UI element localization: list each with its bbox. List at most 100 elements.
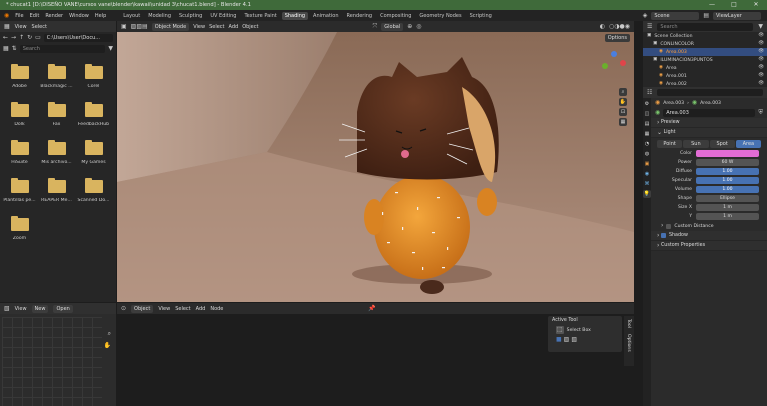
menu-render[interactable]: Render [45, 13, 63, 19]
refresh-icon[interactable]: ↻ [27, 34, 32, 41]
physics-tab-icon[interactable]: ◉ [643, 170, 651, 178]
ne-menu-select[interactable]: Select [175, 306, 190, 312]
outliner-row[interactable]: ▣ Scene Collection 👁 [643, 32, 767, 40]
blender-logo-icon[interactable]: ◉ [4, 12, 9, 19]
outliner-row[interactable]: ◉ Area.003 👁 [643, 48, 767, 56]
color-swatch[interactable] [696, 150, 759, 157]
value-field[interactable]: 1.00 [696, 177, 759, 184]
world-tab-icon[interactable]: ◍ [643, 150, 651, 158]
light-section[interactable]: ⌄ Light [651, 128, 767, 138]
zoom-icon[interactable]: ⌕ [108, 331, 111, 337]
folder-item[interactable]: HiSuite [1, 140, 38, 165]
close-button[interactable]: ✕ [745, 0, 767, 10]
shader-node-editor[interactable]: ⊙ Object View Select Add Node 📌 Active T… [117, 303, 634, 406]
custom-distance-checkbox[interactable] [666, 223, 672, 229]
outliner-filter-icon[interactable]: ▼ [758, 23, 763, 30]
forward-icon[interactable]: → [11, 34, 16, 41]
ne-menu-add[interactable]: Add [196, 306, 206, 312]
folder-item[interactable]: Blackmagic ... [38, 64, 75, 89]
visibility-eye-icon[interactable]: 👁 [758, 33, 764, 39]
outliner-search-input[interactable]: Search [657, 22, 754, 31]
tab-modeling[interactable]: Modeling [145, 12, 174, 20]
value-field[interactable]: 60 W [696, 159, 759, 166]
menu-file[interactable]: File [15, 13, 23, 19]
vp-menu-object[interactable]: Object [242, 24, 258, 30]
maximize-button[interactable]: □ [723, 0, 745, 10]
tab-compositing[interactable]: Compositing [377, 12, 414, 20]
filter-icon[interactable]: ▼ [108, 45, 113, 52]
datablock-browse-icon[interactable]: ◉ [655, 110, 660, 116]
value-field[interactable]: 1 m [696, 204, 759, 211]
shader-type-dropdown[interactable]: Object [131, 304, 154, 313]
select-new-icon[interactable]: ■ [556, 337, 562, 343]
tab-texture-paint[interactable]: Texture Paint [241, 12, 279, 20]
folder-item[interactable]: Corel [75, 64, 112, 89]
light-type-sun[interactable]: Sun [683, 139, 709, 148]
tab-scripting[interactable]: Scripting [467, 12, 495, 20]
orientation-dropdown[interactable]: Global [381, 22, 404, 31]
select-subtract-icon[interactable]: ▧ [571, 337, 577, 343]
tab-sculpting[interactable]: Sculpting [176, 12, 205, 20]
shading-modes-icon[interactable]: ○◑●◉ [609, 23, 630, 30]
snap-icon[interactable]: ⊕ [407, 23, 412, 30]
light-type-point[interactable]: Point [657, 139, 683, 148]
outliner-row[interactable]: ◉ Area 👁 [643, 64, 767, 72]
pan-hand-icon[interactable]: ✋ [104, 343, 111, 349]
ne-menu-view[interactable]: View [158, 306, 170, 312]
folder-item[interactable]: Fax [38, 102, 75, 127]
path-field[interactable]: C:\Users\User\Docu... [43, 33, 113, 42]
visibility-eye-icon[interactable]: 👁 [758, 49, 764, 55]
visibility-eye-icon[interactable]: 👁 [758, 41, 764, 47]
parent-dir-icon[interactable]: ↑ [19, 34, 24, 41]
3d-viewport[interactable]: ▣ ▨▧▤ Object Mode View Select Add Object… [117, 21, 634, 302]
folder-item[interactable]: Mis archivo... [38, 140, 75, 165]
value-field[interactable]: 1 m [696, 213, 759, 220]
outliner-editor-icon[interactable]: ☰ [647, 23, 652, 30]
ie-menu-view[interactable]: View [15, 306, 27, 312]
object-mode-dropdown[interactable]: Object Mode [151, 22, 190, 31]
editor-type-icon[interactable]: ▦ [4, 23, 10, 30]
select-mode-icons[interactable]: ▨▧▤ [131, 23, 148, 30]
navigation-gizmo[interactable] [602, 51, 626, 75]
vp-menu-view[interactable]: View [193, 24, 205, 30]
image-editor[interactable]: ▧ View New Open ⌕ ✋ [0, 303, 116, 406]
outliner-row[interactable]: ▣ ILUMINACION3PUNTOS 👁 [643, 56, 767, 64]
vp-menu-add[interactable]: Add [229, 24, 239, 30]
scene-tab-icon[interactable]: ◔ [643, 140, 651, 148]
custom-properties-section[interactable]: › Custom Properties [651, 241, 767, 251]
constraints-tab-icon[interactable]: ⌘ [643, 180, 651, 188]
tab-tool[interactable]: Tool [624, 316, 633, 331]
node-editor-icon[interactable]: ⊙ [121, 305, 126, 312]
back-icon[interactable]: ← [3, 34, 8, 41]
tab-layout[interactable]: Layout [120, 12, 143, 20]
viewport-editor-icon[interactable]: ▣ [121, 23, 127, 30]
sort-icon[interactable]: ⇅ [12, 45, 17, 52]
value-field[interactable]: 1.00 [696, 168, 759, 175]
options-button[interactable]: Options [604, 34, 630, 42]
tab-geometry-nodes[interactable]: Geometry Nodes [416, 12, 464, 20]
folder-item[interactable]: FeedbackHub [75, 102, 112, 127]
outliner-row[interactable]: ◉ Area.001 👁 [643, 72, 767, 80]
select-extend-icon[interactable]: ▨ [564, 337, 570, 343]
properties-editor-icon[interactable]: ☷ [647, 89, 652, 96]
light-data-tab-icon[interactable]: 💡 [643, 190, 651, 198]
pin-icon[interactable]: 📌 [368, 305, 375, 312]
tab-shading[interactable]: Shading [281, 11, 309, 20]
preview-section[interactable]: › Preview [651, 118, 767, 128]
menu-window[interactable]: Window [69, 13, 89, 19]
scene-selector[interactable]: Scene [651, 11, 700, 20]
new-folder-icon[interactable]: ▭ [35, 34, 41, 41]
ne-menu-node[interactable]: Node [210, 306, 223, 312]
datablock-name-field[interactable]: Area.003 [663, 109, 756, 117]
value-field[interactable]: 1.00 [696, 186, 759, 193]
custom-distance-row[interactable]: › Custom Distance [651, 221, 767, 231]
light-type-spot[interactable]: Spot [709, 139, 735, 148]
minimize-button[interactable]: — [701, 0, 723, 10]
tab-options[interactable]: Options [624, 331, 633, 355]
overlay-icon[interactable]: ◐ [600, 23, 605, 30]
proportional-edit-icon[interactable]: ◎ [416, 23, 421, 30]
output-tab-icon[interactable]: ▤ [643, 120, 651, 128]
folder-item[interactable]: Scanned Do... [75, 178, 112, 203]
tab-rendering[interactable]: Rendering [344, 12, 376, 20]
fb-search-input[interactable]: Search [19, 44, 106, 53]
